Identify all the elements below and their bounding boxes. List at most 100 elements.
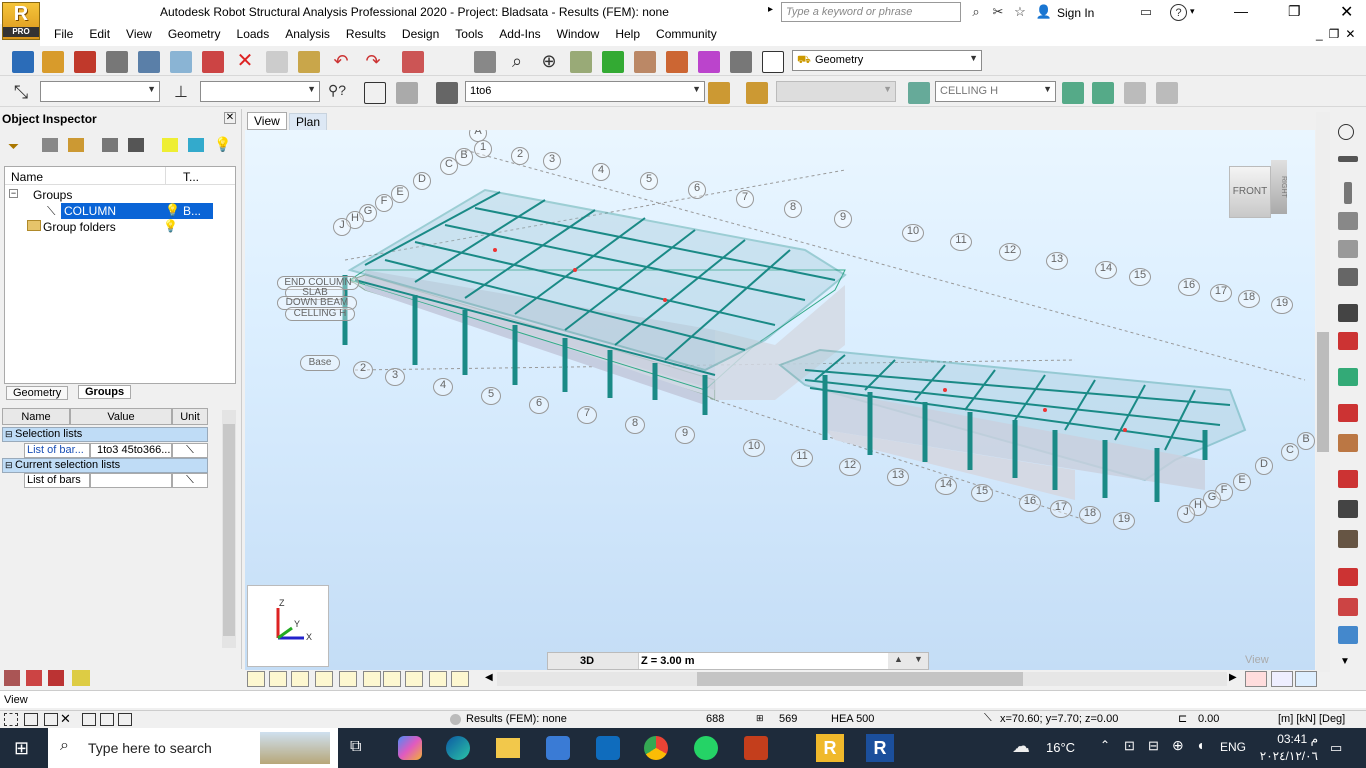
prop-header-value[interactable]: Value — [70, 408, 172, 425]
user-icon[interactable]: 👤 — [1034, 2, 1054, 22]
menu-community[interactable]: Community — [648, 24, 725, 41]
story-up-icon[interactable] — [1062, 82, 1084, 104]
grid-tool-icon[interactable] — [1338, 598, 1358, 616]
restore-button[interactable]: ❐ — [1288, 3, 1301, 20]
numbering-display-icon[interactable] — [429, 671, 447, 687]
undo-icon[interactable]: ↶ — [330, 51, 352, 73]
menu-help[interactable]: Help — [607, 24, 648, 41]
tool-d-icon[interactable] — [72, 670, 90, 686]
measure-icon[interactable] — [634, 51, 656, 73]
select-bar-icon[interactable]: ⊥ — [170, 82, 192, 104]
menu-analysis[interactable]: Analysis — [277, 24, 338, 41]
scroll-left-icon[interactable]: ◀ — [485, 672, 493, 683]
filter-icon[interactable]: ⏷ — [8, 138, 19, 155]
bar-tool-icon[interactable] — [1338, 156, 1358, 162]
wrench-icon[interactable] — [730, 51, 752, 73]
profile-tool-icon[interactable] — [1338, 332, 1358, 350]
query-icon[interactable]: ⚲? — [326, 82, 348, 104]
bulb-icon[interactable]: 💡 — [163, 219, 178, 233]
folder-icon[interactable] — [68, 138, 84, 152]
story-grid-icon[interactable] — [1156, 82, 1178, 104]
nodes-display-icon[interactable] — [247, 671, 265, 687]
menu-tools[interactable]: Tools — [447, 24, 491, 41]
menu-design[interactable]: Design — [394, 24, 447, 41]
powerpoint-icon[interactable] — [744, 736, 768, 760]
file-explorer-icon[interactable] — [496, 738, 520, 758]
axis-gizmo[interactable]: Z Y X — [247, 585, 329, 667]
menu-view[interactable]: View — [118, 24, 160, 41]
prop-row2-value[interactable] — [90, 473, 172, 488]
panel-tool-icon[interactable] — [1338, 304, 1358, 322]
chrome-icon[interactable] — [644, 736, 668, 760]
settings-icon[interactable] — [128, 138, 144, 152]
tool-c-icon[interactable] — [48, 670, 64, 686]
view-cube[interactable]: FRONT RIGHT — [1229, 156, 1287, 220]
edit-icon[interactable] — [102, 138, 118, 152]
weather-icon[interactable]: ☁ — [1012, 736, 1030, 757]
support-tool-icon[interactable] — [1338, 268, 1358, 286]
select-filter-icon[interactable] — [24, 713, 38, 726]
tab-view[interactable]: View — [247, 112, 287, 130]
book-icon[interactable] — [138, 51, 160, 73]
menu-loads[interactable]: Loads — [229, 24, 278, 41]
revit-icon[interactable]: R — [866, 734, 894, 762]
numbers-display-icon[interactable] — [269, 671, 287, 687]
3d-viewport[interactable]: A 1 2 3 4 5 6 7 8 9 10 11 12 13 14 15 16… — [245, 130, 1315, 670]
collapse-arrow-icon[interactable]: ▸ — [768, 4, 773, 15]
copilot-icon[interactable] — [398, 736, 422, 760]
bar-list-combo[interactable]: 1to6 ▼ — [465, 81, 705, 102]
tree-group-folders[interactable]: Group folders — [43, 220, 116, 234]
viewport-vscroll[interactable] — [1316, 112, 1330, 672]
section-icon[interactable] — [666, 51, 688, 73]
cart-icon[interactable]: ▭ — [1136, 2, 1156, 22]
shape-a-icon[interactable] — [82, 713, 96, 726]
load-icon[interactable] — [602, 51, 624, 73]
panel-close-icon[interactable]: ✕ — [224, 112, 236, 124]
tool-b-icon[interactable] — [26, 670, 42, 686]
camera-icon[interactable] — [202, 51, 224, 73]
slab-tool-icon[interactable] — [1338, 470, 1358, 488]
language-indicator[interactable]: ENG — [1220, 740, 1246, 754]
menu-edit[interactable]: Edit — [81, 24, 118, 41]
menu-window[interactable]: Window — [549, 24, 608, 41]
scroll-thumb[interactable] — [223, 424, 235, 636]
offset-tool-icon[interactable] — [1338, 404, 1358, 422]
open-icon[interactable] — [42, 51, 64, 73]
scrollbar[interactable] — [222, 410, 236, 648]
release-tool-icon[interactable] — [1338, 368, 1358, 386]
globe-icon[interactable]: ⊕ — [1172, 737, 1184, 754]
lock-icon[interactable] — [474, 51, 496, 73]
app-logo[interactable]: R PRO — [2, 2, 40, 40]
bulb-icon[interactable]: 💡 — [214, 136, 231, 153]
bar-type-combo[interactable]: ▼ — [200, 81, 320, 102]
shape-c-icon[interactable] — [118, 713, 132, 726]
taskbar-search[interactable]: ⌕ Type here to search — [48, 728, 338, 768]
tab-plan[interactable]: Plan — [289, 113, 328, 131]
bar-list-icon[interactable] — [436, 82, 458, 104]
task-view-icon[interactable]: ⧉ — [350, 738, 361, 756]
bulb-square-icon[interactable] — [162, 138, 178, 152]
section-tool-icon[interactable] — [1338, 240, 1358, 258]
deselect-icon[interactable]: ✕ — [60, 711, 71, 727]
story-query-icon[interactable] — [1092, 82, 1114, 104]
scroll-thumb[interactable] — [697, 672, 1023, 686]
display-icon[interactable]: ⊟ — [1148, 738, 1159, 754]
edge-icon[interactable] — [446, 736, 470, 760]
copy-tool-icon[interactable] — [1338, 568, 1358, 586]
tool-a-icon[interactable] — [4, 670, 20, 686]
frame-tool-icon[interactable] — [1338, 530, 1358, 548]
cube-icon[interactable] — [698, 51, 720, 73]
bulb-icon[interactable]: 💡 — [165, 203, 180, 217]
view-cube-right[interactable]: RIGHT — [1271, 160, 1287, 214]
prop-row1-value[interactable]: 1to3 45to366... — [90, 443, 172, 458]
mdi-controls[interactable]: _❐✕ — [1316, 27, 1362, 41]
offsets-display-icon[interactable] — [405, 671, 423, 687]
prop-section-current[interactable]: ⊟ Current selection lists — [2, 458, 208, 473]
weather-temp[interactable]: 16°C — [1046, 740, 1075, 755]
search-input[interactable]: Type a keyword or phrase — [781, 2, 961, 22]
windows-start-icon[interactable]: ⊞ — [14, 738, 29, 759]
scroll-right-icon[interactable]: ▶ — [1229, 672, 1237, 683]
grid-display-icon[interactable] — [451, 671, 469, 687]
view-mode-label[interactable]: 3D — [580, 655, 594, 667]
level-down-icon[interactable]: ▼ — [914, 654, 923, 664]
